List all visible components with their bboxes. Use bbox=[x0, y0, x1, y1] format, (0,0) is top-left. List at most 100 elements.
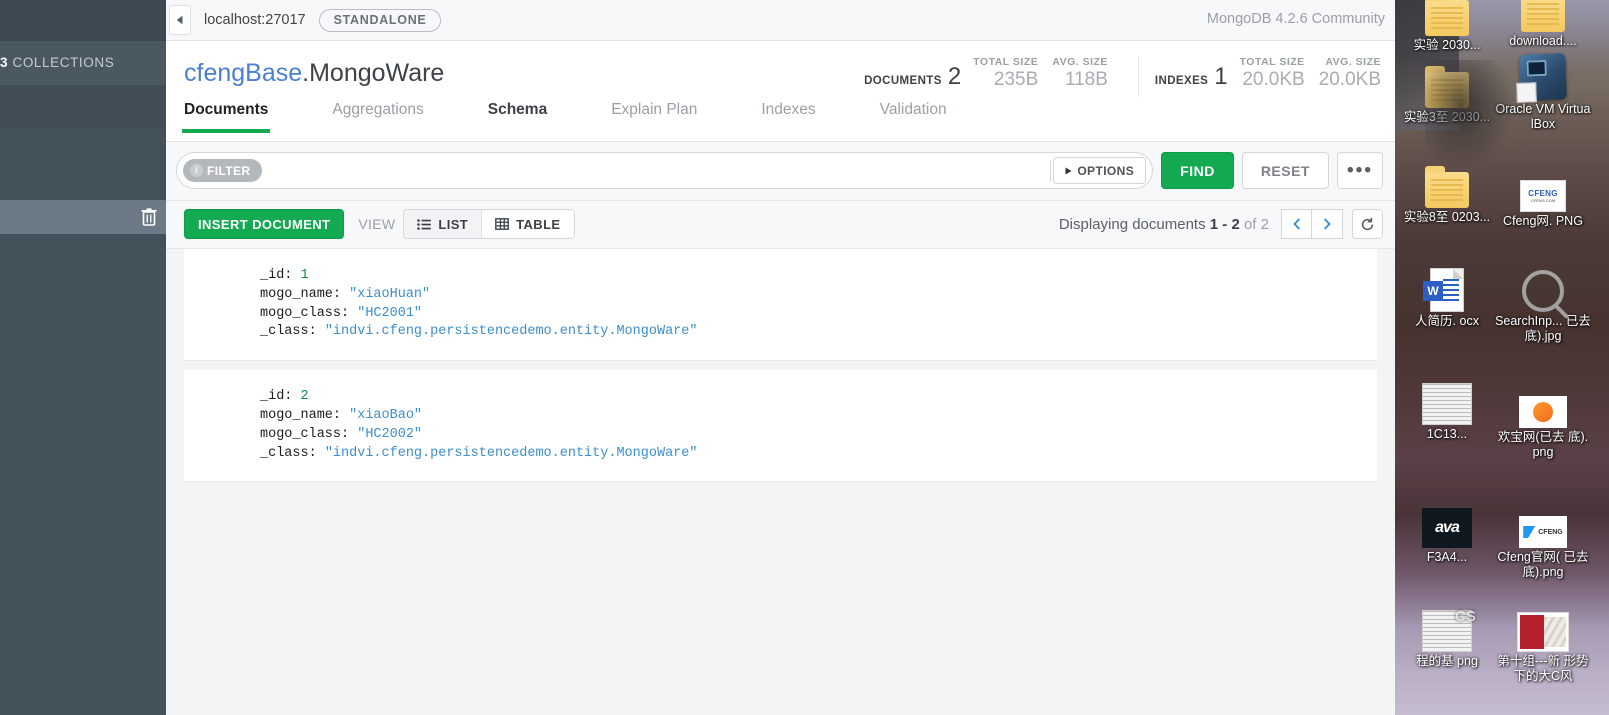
documents-count: DOCUMENTS 2 bbox=[864, 63, 961, 91]
collections-count: 3 bbox=[0, 55, 9, 70]
sidebar-empty-area bbox=[0, 234, 166, 715]
desktop-icon-label: F3A4... bbox=[1426, 550, 1468, 564]
folder-icon bbox=[1425, 0, 1469, 36]
compass-main-panel: localhost:27017 STANDALONE MongoDB 4.2.6… bbox=[166, 0, 1395, 715]
desktop-icon-glyph: ↗ bbox=[1495, 50, 1591, 102]
trash-icon[interactable] bbox=[141, 208, 157, 226]
sidebar-item-row[interactable] bbox=[0, 85, 166, 129]
tab-validation[interactable]: Validation bbox=[880, 101, 947, 132]
sidebar-header-band bbox=[0, 0, 166, 41]
filter-badge[interactable]: i FILTER bbox=[183, 159, 262, 182]
documents-avg-size-label: AVG. SIZE bbox=[1052, 56, 1108, 68]
view-mode-table-label: TABLE bbox=[516, 216, 561, 232]
huanbao-icon bbox=[1519, 396, 1567, 428]
documents-label: DOCUMENTS bbox=[864, 75, 942, 87]
document-body: _id: 2 mogo_name: "xiaoBao" mogo_class: "H… bbox=[184, 388, 1377, 463]
java-thumb-icon: ava bbox=[1422, 508, 1472, 548]
namespace-header: cfengBase.MongoWare DOCUMENTS 2 TOTAL SI… bbox=[166, 41, 1395, 101]
filter-badge-label: FILTER bbox=[207, 163, 251, 178]
documents-total-size: TOTAL SIZE 235B bbox=[973, 56, 1038, 91]
desktop-icon[interactable]: SearchInp... 已去底).jpg bbox=[1495, 262, 1591, 344]
indexes-label: INDEXES bbox=[1154, 75, 1209, 87]
pager-prev-button[interactable] bbox=[1281, 209, 1312, 239]
collection-stats: DOCUMENTS 2 TOTAL SIZE 235B AVG. SIZE 11… bbox=[864, 45, 1395, 97]
info-icon: i bbox=[190, 164, 203, 177]
ppt-thumb-icon bbox=[1517, 612, 1569, 652]
find-button[interactable]: FIND bbox=[1161, 152, 1234, 189]
desktop-icon[interactable]: 实验3至 2030... bbox=[1399, 58, 1495, 125]
database-name[interactable]: cfengBase bbox=[184, 59, 302, 87]
desktop-icon-glyph bbox=[1495, 262, 1591, 312]
desktop-watermark: CS bbox=[1455, 608, 1476, 625]
pager-prefix: Displaying documents bbox=[1058, 215, 1206, 233]
indexes-avg-size-value: 20.0KB bbox=[1318, 69, 1381, 90]
docx-icon: W bbox=[1423, 268, 1464, 312]
desktop-icon[interactable]: W 人简历. ocx bbox=[1399, 262, 1495, 329]
pager-next-button[interactable] bbox=[1312, 209, 1343, 239]
documents-avg-size-value: 118B bbox=[1064, 69, 1108, 90]
desktop-icon[interactable]: 实验8至 0203... bbox=[1399, 158, 1495, 225]
query-options-button[interactable]: OPTIONS bbox=[1053, 157, 1147, 184]
tab-schema[interactable]: Schema bbox=[488, 101, 547, 132]
desktop-icon[interactable]: download.... bbox=[1495, 0, 1591, 49]
desktop-icon[interactable]: 第十组---新 形势下的大C风 bbox=[1495, 602, 1591, 684]
view-mode-table[interactable]: TABLE bbox=[481, 210, 573, 238]
pager-to: 2 bbox=[1231, 215, 1240, 233]
desktop-icon-label: 实验8至 0203... bbox=[1403, 210, 1491, 224]
tab-documents[interactable]: Documents bbox=[181, 101, 271, 133]
document-card[interactable]: _id: 1 mogo_name: "xiaoHuan" mogo_class: "… bbox=[184, 249, 1377, 362]
desktop-icon[interactable]: 欢宝网(已去 底).png bbox=[1495, 378, 1591, 460]
filter-field-wrapper[interactable]: i FILTER OPTIONS bbox=[176, 152, 1154, 189]
desktop-icon-label: SearchInp... 已去底).jpg bbox=[1495, 314, 1591, 343]
desktop-icon[interactable]: 实验 2030... bbox=[1399, 0, 1495, 53]
page-title: cfengBase.MongoWare bbox=[184, 59, 444, 88]
tab-explain-plan[interactable]: Explain Plan bbox=[611, 101, 697, 132]
desktop-icon-glyph bbox=[1495, 0, 1591, 32]
field-key: _class: bbox=[260, 445, 325, 461]
pager-refresh-button[interactable] bbox=[1352, 209, 1383, 239]
folder-icon bbox=[1521, 0, 1565, 32]
view-mode-list[interactable]: LIST bbox=[404, 210, 482, 238]
desktop-icon-glyph bbox=[1495, 602, 1591, 652]
cfeng-png-icon: CFENG CFENG.COM bbox=[1520, 180, 1566, 212]
filter-input[interactable] bbox=[269, 155, 1049, 186]
tab-indexes[interactable]: Indexes bbox=[761, 101, 815, 132]
pager-from: 1 bbox=[1209, 215, 1219, 233]
pager-nav-group bbox=[1281, 209, 1343, 239]
field-key: mogo_class: bbox=[260, 305, 358, 321]
desktop-icon[interactable]: CFENG Cfeng官网( 已去底).png bbox=[1495, 498, 1591, 580]
cfeng-logo-icon: CFENG bbox=[1519, 516, 1567, 548]
desktop-icon[interactable]: 1C13... bbox=[1399, 375, 1495, 442]
filter-divider bbox=[1050, 159, 1052, 182]
insert-document-button[interactable]: INSERT DOCUMENT bbox=[184, 209, 345, 239]
connection-host: localhost:27017 bbox=[204, 12, 306, 28]
field-value: 1 bbox=[300, 268, 309, 283]
collections-word: COLLECTIONS bbox=[12, 55, 115, 70]
desktop-icon[interactable]: 程的基 png bbox=[1399, 602, 1495, 669]
desktop-icon-label: 实验 2030... bbox=[1413, 38, 1481, 52]
desktop-icon[interactable]: CFENG CFENG.COM Cfeng网. PNG bbox=[1495, 162, 1591, 229]
document-field: mogo_class: "HC2002" bbox=[260, 426, 1377, 445]
documents-total-size-value: 235B bbox=[993, 69, 1039, 90]
desktop-icon-glyph: CFENG bbox=[1495, 498, 1591, 548]
document-card[interactable]: _id: 2 mogo_name: "xiaoBao" mogo_class: "H… bbox=[184, 370, 1377, 483]
field-key: _id: bbox=[260, 389, 301, 405]
indexes-count: INDEXES 1 bbox=[1155, 63, 1228, 91]
options-label: OPTIONS bbox=[1077, 163, 1135, 178]
desktop-icon-label: download.... bbox=[1509, 34, 1577, 48]
sidebar-collapse-button[interactable] bbox=[169, 5, 191, 35]
more-options-button[interactable]: ••• bbox=[1337, 152, 1383, 189]
indexes-value: 1 bbox=[1214, 63, 1228, 90]
indexes-stat-group: INDEXES 1 TOTAL SIZE 20.0KB AVG. SIZE 20… bbox=[1137, 56, 1395, 97]
folder-icon bbox=[1425, 166, 1469, 208]
desktop-icon[interactable]: ↗ Oracle VM VirtualBox bbox=[1495, 50, 1591, 132]
magnifier-icon bbox=[1522, 270, 1564, 312]
desktop-icon-glyph bbox=[1495, 378, 1591, 428]
desktop-icon-label: Cfeng网. PNG bbox=[1503, 214, 1583, 228]
tab-aggregations[interactable]: Aggregations bbox=[332, 101, 423, 132]
desktop-icon[interactable]: ava F3A4... bbox=[1399, 498, 1495, 565]
document-list: _id: 1 mogo_name: "xiaoHuan" mogo_class: "… bbox=[166, 249, 1395, 715]
pager-of: of 2 bbox=[1243, 215, 1269, 233]
desktop-icon-label: Cfeng官网( 已去底).png bbox=[1497, 550, 1589, 579]
reset-button[interactable]: RESET bbox=[1241, 152, 1329, 189]
